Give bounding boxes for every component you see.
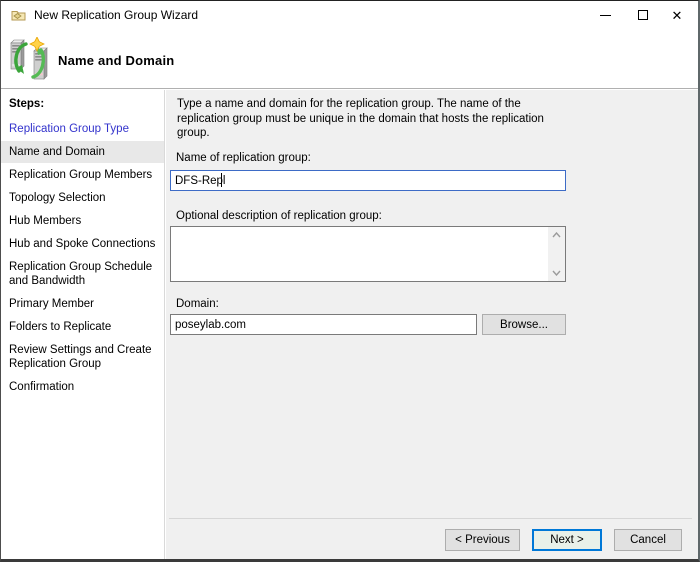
intro-text: Type a name and domain for the replicati… bbox=[177, 97, 569, 141]
next-button[interactable]: Next > bbox=[532, 529, 602, 551]
name-field-label: Name of replication group: bbox=[176, 152, 311, 164]
description-textarea[interactable] bbox=[171, 227, 548, 281]
replication-servers-icon bbox=[9, 37, 51, 83]
cancel-button[interactable]: Cancel bbox=[614, 529, 682, 551]
step-primary-member: Primary Member bbox=[1, 293, 164, 315]
content-pane: Type a name and domain for the replicati… bbox=[166, 90, 698, 559]
domain-field-label: Domain: bbox=[176, 298, 219, 310]
wizard-window: New Replication Group Wizard ✕ bbox=[0, 0, 700, 562]
replication-group-name-input[interactable] bbox=[170, 170, 566, 191]
domain-input[interactable] bbox=[170, 314, 477, 335]
description-field-label: Optional description of replication grou… bbox=[176, 210, 382, 222]
scroll-up-icon[interactable] bbox=[548, 227, 565, 243]
step-hub-and-spoke-connections: Hub and Spoke Connections bbox=[1, 233, 164, 255]
domain-field-wrap bbox=[170, 314, 477, 335]
step-replication-group-members: Replication Group Members bbox=[1, 164, 164, 186]
text-cursor bbox=[221, 173, 222, 187]
browse-button[interactable]: Browse... bbox=[482, 314, 566, 335]
page-title: Name and Domain bbox=[58, 53, 174, 68]
name-field-wrap bbox=[170, 170, 566, 191]
wizard-header: Name and Domain bbox=[1, 29, 698, 89]
maximize-icon bbox=[638, 10, 648, 20]
previous-button[interactable]: < Previous bbox=[445, 529, 520, 551]
window-title: New Replication Group Wizard bbox=[34, 8, 198, 22]
step-confirmation: Confirmation bbox=[1, 376, 164, 398]
scroll-down-icon[interactable] bbox=[548, 265, 565, 281]
dfs-management-folder-icon bbox=[11, 7, 27, 23]
step-replication-group-type[interactable]: Replication Group Type bbox=[1, 118, 164, 140]
titlebar[interactable]: New Replication Group Wizard ✕ bbox=[1, 1, 698, 29]
minimize-button[interactable] bbox=[588, 1, 622, 29]
step-name-and-domain: Name and Domain bbox=[1, 141, 164, 163]
step-review-settings: Review Settings and Create Replication G… bbox=[1, 339, 164, 375]
maximize-button[interactable] bbox=[626, 1, 660, 29]
description-scrollbar[interactable] bbox=[548, 227, 565, 281]
footer-divider bbox=[169, 518, 692, 519]
step-hub-members: Hub Members bbox=[1, 210, 164, 232]
close-button[interactable]: ✕ bbox=[660, 1, 694, 29]
description-field-wrap bbox=[170, 226, 566, 282]
step-schedule-and-bandwidth: Replication Group Schedule and Bandwidth bbox=[1, 256, 164, 292]
steps-sidebar: Steps: Replication Group Type Name and D… bbox=[1, 90, 165, 559]
close-icon: ✕ bbox=[672, 9, 683, 22]
steps-heading: Steps: bbox=[1, 95, 164, 113]
step-topology-selection: Topology Selection bbox=[1, 187, 164, 209]
step-folders-to-replicate: Folders to Replicate bbox=[1, 316, 164, 338]
minimize-icon bbox=[600, 15, 611, 16]
